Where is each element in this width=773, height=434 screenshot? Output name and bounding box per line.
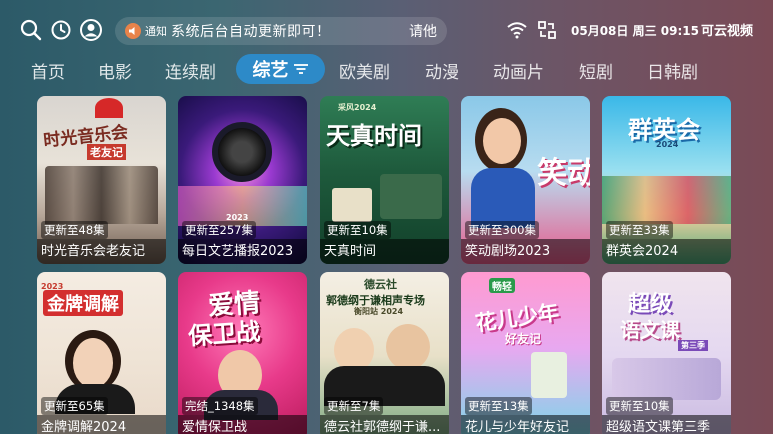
card-5[interactable]: 2023 金牌调解 更新至65集 金牌调解2024	[37, 272, 166, 434]
notice-tag: 通知	[145, 25, 167, 38]
nav-item-anime[interactable]: 动漫	[425, 58, 459, 83]
tab-variety-active[interactable]: 综艺	[236, 54, 325, 84]
episode-status: 更新至257集	[182, 221, 256, 239]
category-nav: 首页 电影 连续剧 欧美剧 动漫 动画片 短剧 日韩剧	[0, 56, 773, 86]
top-bar: 通知 系统后台自动更新即可！ 请他 05月08日 周三 09:15 可云视频	[0, 0, 773, 58]
datetime: 05月08日 周三 09:15	[571, 24, 699, 38]
card-1[interactable]: 2023 更新至257集 每日文艺播报2023	[178, 96, 307, 264]
notice-text-right: 请他	[409, 24, 437, 40]
card-4[interactable]: 群英会 2024 更新至33集 群英会2024	[602, 96, 731, 264]
card-3[interactable]: 笑动 更新至300集 笑动剧场2023	[461, 96, 590, 264]
notice-text: 系统后台自动更新即可！	[171, 24, 331, 40]
nav-item-series[interactable]: 连续剧	[165, 58, 216, 83]
card-title: 超级语文课第三季	[602, 415, 731, 434]
user-icon[interactable]	[79, 18, 103, 42]
episode-status: 更新至13集	[465, 397, 532, 415]
card-2[interactable]: 采风2024 天真时间 更新至10集 天真时间	[320, 96, 449, 264]
card-title: 时光音乐会老友记	[37, 239, 166, 264]
app-brand: 可云视频	[701, 24, 754, 39]
card-title: 每日文艺播报2023	[178, 239, 307, 264]
card-0[interactable]: 时光音乐会 老友记 更新至48集 时光音乐会老友记	[37, 96, 166, 264]
nav-item-home[interactable]: 首页	[31, 58, 65, 83]
card-7[interactable]: 德云社 郭德纲于谦相声专场 衡阳站 2024 更新至7集 德云社郭德纲于谦...	[320, 272, 449, 434]
nav-item-movie[interactable]: 电影	[98, 58, 132, 83]
episode-status: 更新至300集	[465, 221, 539, 239]
history-icon[interactable]	[49, 18, 73, 42]
card-title: 爱情保卫战	[178, 415, 307, 434]
speaker-icon	[125, 23, 141, 39]
episode-status: 更新至10集	[606, 397, 673, 415]
card-title: 群英会2024	[602, 239, 731, 264]
nav-item-short[interactable]: 短剧	[579, 58, 613, 83]
screen-switch-icon[interactable]	[535, 18, 559, 42]
episode-status: 更新至33集	[606, 221, 673, 239]
card-title: 德云社郭德纲于谦...	[320, 415, 449, 434]
filter-icon	[293, 64, 308, 74]
card-title: 花儿与少年好友记	[461, 415, 590, 434]
notice-marquee: 通知 系统后台自动更新即可！ 请他	[115, 17, 447, 45]
wifi-icon	[505, 18, 529, 42]
episode-status: 更新至65集	[41, 397, 108, 415]
nav-item-cartoon[interactable]: 动画片	[493, 58, 544, 83]
card-title: 笑动剧场2023	[461, 239, 590, 264]
search-icon[interactable]	[19, 18, 43, 42]
card-title: 金牌调解2024	[37, 415, 166, 434]
card-8[interactable]: 畅轻 花儿少年 好友记 更新至13集 花儿与少年好友记	[461, 272, 590, 434]
nav-item-variety: 综艺	[252, 60, 289, 81]
card-title: 天真时间	[320, 239, 449, 264]
episode-status: 完结_1348集	[182, 397, 258, 415]
episode-status: 更新至48集	[41, 221, 108, 239]
episode-status: 更新至7集	[324, 397, 384, 415]
card-6[interactable]: 爱情 保卫战 完结_1348集 爱情保卫战	[178, 272, 307, 434]
episode-status: 更新至10集	[324, 221, 391, 239]
nav-item-jpkr[interactable]: 日韩剧	[647, 58, 698, 83]
card-9[interactable]: 超级 语文课 第三季 更新至10集 超级语文课第三季	[602, 272, 731, 434]
nav-item-western[interactable]: 欧美剧	[339, 58, 390, 83]
